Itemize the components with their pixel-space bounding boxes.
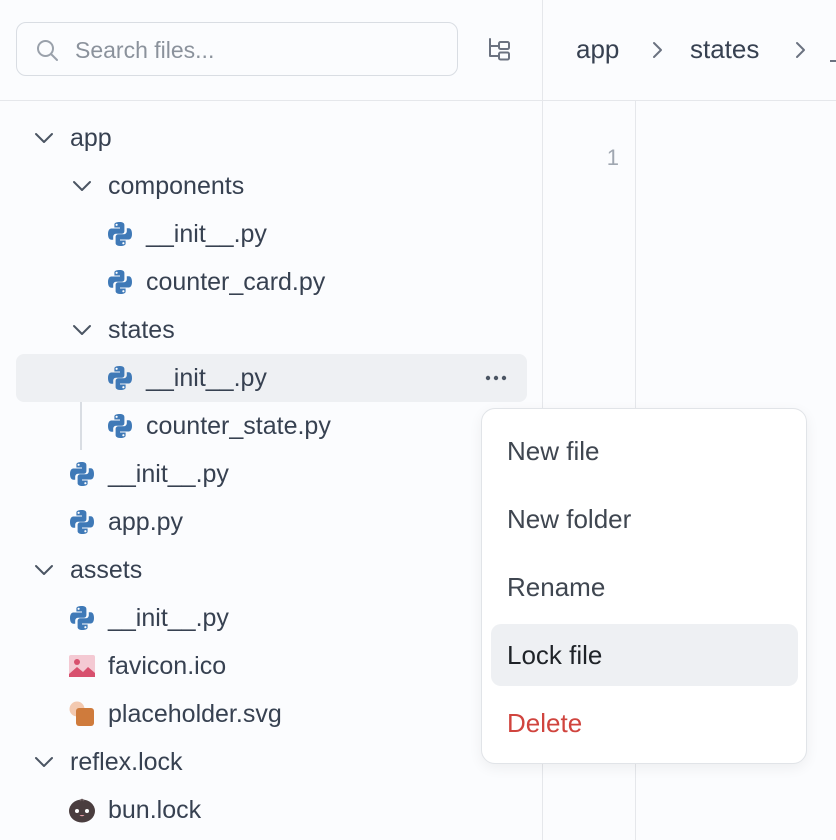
tree-file-row[interactable]: bun.lock	[68, 786, 201, 834]
search-box[interactable]	[16, 22, 458, 76]
sidebar-header	[0, 0, 542, 101]
chevron-right-icon	[653, 42, 662, 58]
tree-folder-row[interactable]: states	[70, 306, 175, 354]
python-icon	[108, 270, 132, 294]
tree-item-label: favicon.ico	[108, 651, 227, 680]
chevron-down-icon[interactable]	[32, 558, 56, 582]
python-icon	[108, 222, 132, 246]
tree-item-label: placeholder.svg	[108, 699, 282, 728]
tree-item-label: __init__.py	[146, 219, 267, 248]
tree-file-row[interactable]: counter_card.py	[106, 258, 325, 306]
bun-icon	[69, 798, 95, 823]
chevron-down-icon[interactable]	[32, 750, 56, 774]
tree-file-row[interactable]: __init__.py	[68, 450, 229, 498]
python-icon-wrap	[106, 220, 146, 248]
chevron-down-icon[interactable]	[32, 126, 56, 150]
python-icon	[70, 606, 94, 630]
tree-file-row[interactable]: app.py	[68, 498, 183, 546]
python-icon-wrap	[68, 460, 108, 488]
tree-file-row[interactable]: favicon.ico	[68, 642, 226, 690]
menu-item-delete[interactable]: Delete	[491, 692, 798, 754]
tree-item-label: __init__.py	[108, 459, 229, 488]
breadcrumb-item-states[interactable]: states	[690, 34, 759, 65]
python-icon-wrap	[106, 268, 146, 296]
shapes-icon	[69, 701, 94, 726]
tree-view-icon[interactable]	[484, 34, 516, 66]
tree-file-row[interactable]: __init__.py	[16, 354, 527, 402]
line-number: 1	[606, 145, 619, 170]
chevron-down-icon-wrap	[32, 750, 70, 774]
python-icon	[108, 366, 132, 390]
tree-item-label: counter_state.py	[146, 411, 331, 440]
menu-item-new-folder[interactable]: New folder	[491, 488, 798, 550]
python-icon	[70, 462, 94, 486]
menu-item-rename[interactable]: Rename	[491, 556, 798, 618]
chevron-right-icon	[796, 42, 805, 58]
chevron-down-icon-wrap	[70, 318, 108, 342]
chevron-down-icon[interactable]	[70, 318, 94, 342]
tree-item-label: app	[70, 123, 112, 152]
tree-file-row[interactable]: placeholder.svg	[68, 690, 282, 738]
menu-item-new-file[interactable]: New file	[491, 420, 798, 482]
chevron-down-icon-wrap	[32, 126, 70, 150]
tree-file-row[interactable]: __init__.py	[68, 594, 229, 642]
breadcrumb-overflow	[830, 60, 836, 62]
tree-item-label: __init__.py	[146, 363, 267, 392]
tree-item-label: app.py	[108, 507, 184, 536]
tree-folder-row[interactable]: components	[70, 162, 244, 210]
python-icon	[70, 510, 94, 534]
image-icon-wrap	[68, 652, 108, 680]
tree-folder-row[interactable]: assets	[32, 546, 142, 594]
file-explorer-sidebar: app components __init__.py counter_card.pys…	[0, 0, 543, 840]
context-menu: New file New folder Rename Lock file Del…	[481, 408, 807, 764]
chevron-down-icon-wrap	[32, 558, 70, 582]
python-icon-wrap	[68, 604, 108, 632]
editor-header: app states	[543, 0, 836, 101]
tree-item-label: counter_card.py	[146, 267, 326, 296]
chevron-down-icon[interactable]	[70, 174, 94, 198]
tree-file-row[interactable]: __init__.py	[106, 210, 267, 258]
python-icon-wrap	[106, 364, 146, 392]
more-options-icon[interactable]	[483, 366, 509, 390]
bun-icon-wrap	[68, 796, 108, 824]
breadcrumb-item-app[interactable]: app	[576, 34, 619, 65]
menu-item-lock-file[interactable]: Lock file	[491, 624, 798, 686]
tree-folder-row[interactable]: reflex.lock	[32, 738, 183, 786]
chevron-down-icon-wrap	[70, 174, 108, 198]
python-icon	[108, 414, 132, 438]
tree-item-label: assets	[70, 555, 143, 584]
tree-file-row[interactable]: counter_state.py	[106, 402, 331, 450]
search-icon	[37, 40, 58, 61]
tree-folder-row[interactable]: app	[32, 114, 112, 162]
tree-item-label: bun.lock	[108, 795, 202, 824]
python-icon-wrap	[68, 508, 108, 536]
tree-item-label: __init__.py	[108, 603, 229, 632]
tree-item-label: components	[108, 171, 245, 200]
shapes-icon-wrap	[68, 700, 108, 728]
tree-item-label: reflex.lock	[70, 747, 183, 776]
python-icon-wrap	[106, 412, 146, 440]
search-input[interactable]	[73, 35, 447, 65]
tree-item-label: states	[108, 315, 175, 344]
image-icon	[69, 655, 95, 677]
